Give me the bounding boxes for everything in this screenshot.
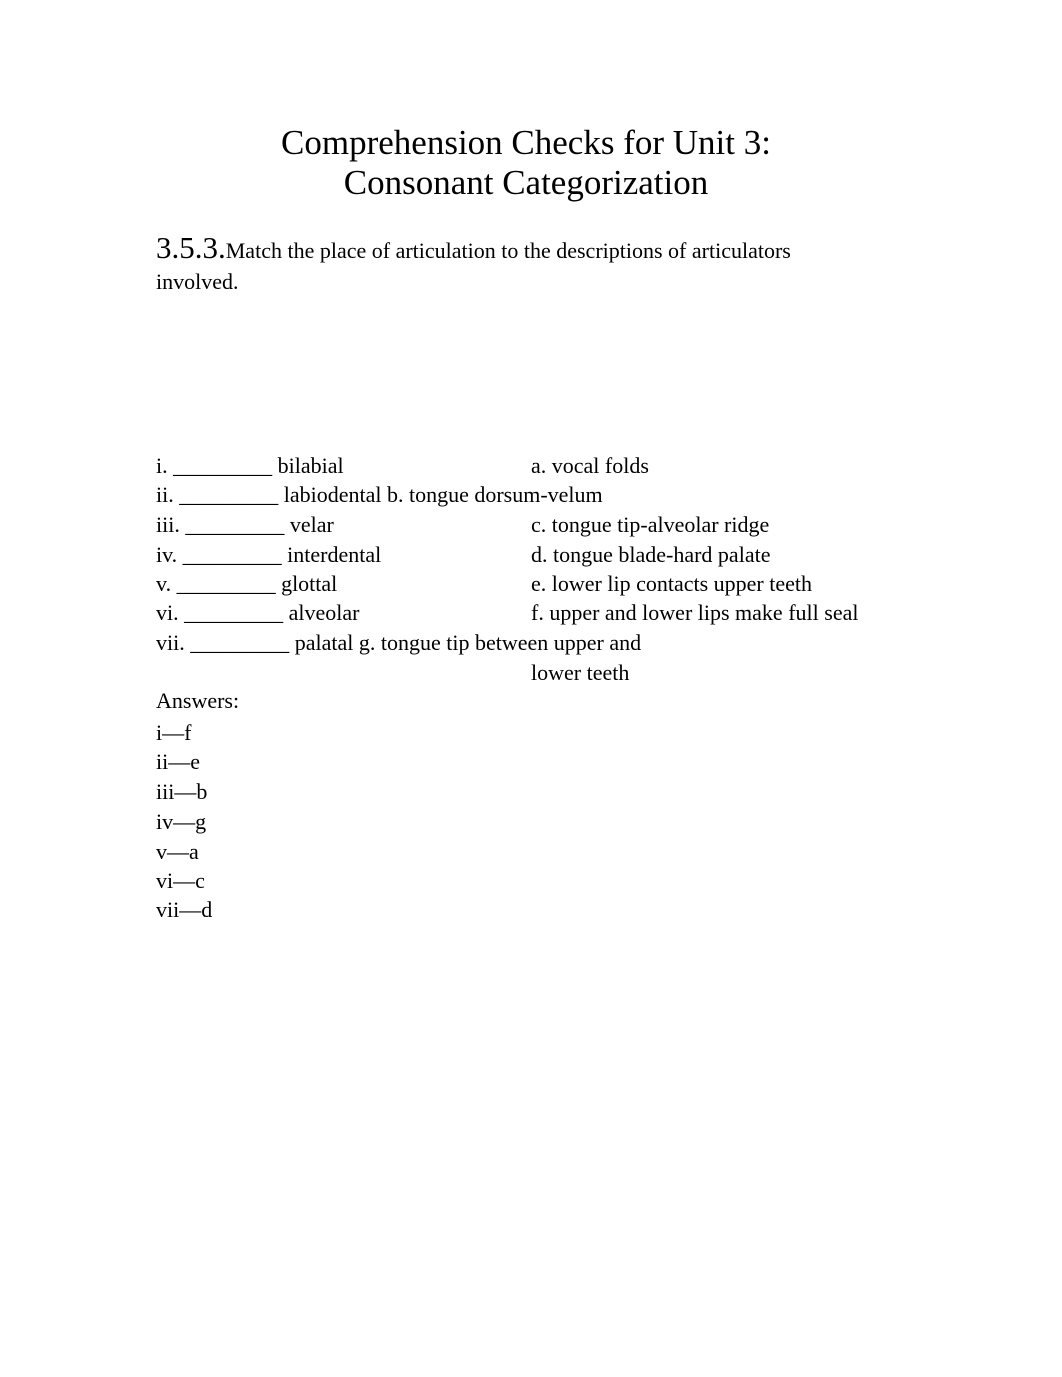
question-text: Match the place of articulation to the d…	[156, 238, 791, 294]
question-prompt: 3.5.3.Match the place of articulation to…	[156, 232, 876, 297]
matching-left-item: vii. _________ palatal g. tongue tip bet…	[156, 630, 642, 655]
answer-item: i—f	[156, 720, 192, 745]
matching-right-item: lower teeth	[531, 660, 630, 685]
answer-item: iii—b	[156, 779, 208, 804]
matching-left-item: vi. _________ alveolar	[156, 600, 360, 625]
matching-left-item: v. _________ glottal	[156, 571, 338, 596]
matching-right-item: e. lower lip contacts upper teeth	[531, 571, 813, 596]
document-title-line-1: Comprehension Checks for Unit 3:	[281, 123, 771, 162]
matching-left-item: i. _________ bilabial	[156, 453, 344, 478]
answer-item: ii—e	[156, 749, 200, 774]
matching-right-item: c. tongue tip-alveolar ridge	[531, 512, 770, 537]
matching-left-item: iv. _________ interdental	[156, 542, 382, 567]
matching-right-item: a. vocal folds	[531, 453, 649, 478]
answer-item: v—a	[156, 839, 199, 864]
matching-right-item: f. upper and lower lips make full seal	[531, 600, 859, 625]
answer-item: iv—g	[156, 809, 207, 834]
question-number: 3.5.3.	[156, 230, 226, 265]
answer-item: vi—c	[156, 868, 205, 893]
answer-item: vii—d	[156, 897, 213, 922]
matching-left-item: ii. _________ labiodental b. tongue dors…	[156, 482, 603, 507]
document-title-line-2: Consonant Categorization	[343, 163, 709, 202]
matching-right-item: d. tongue blade-hard palate	[531, 542, 771, 567]
matching-left-item: iii. _________ velar	[156, 512, 334, 537]
answers-heading: Answers:	[156, 688, 240, 713]
